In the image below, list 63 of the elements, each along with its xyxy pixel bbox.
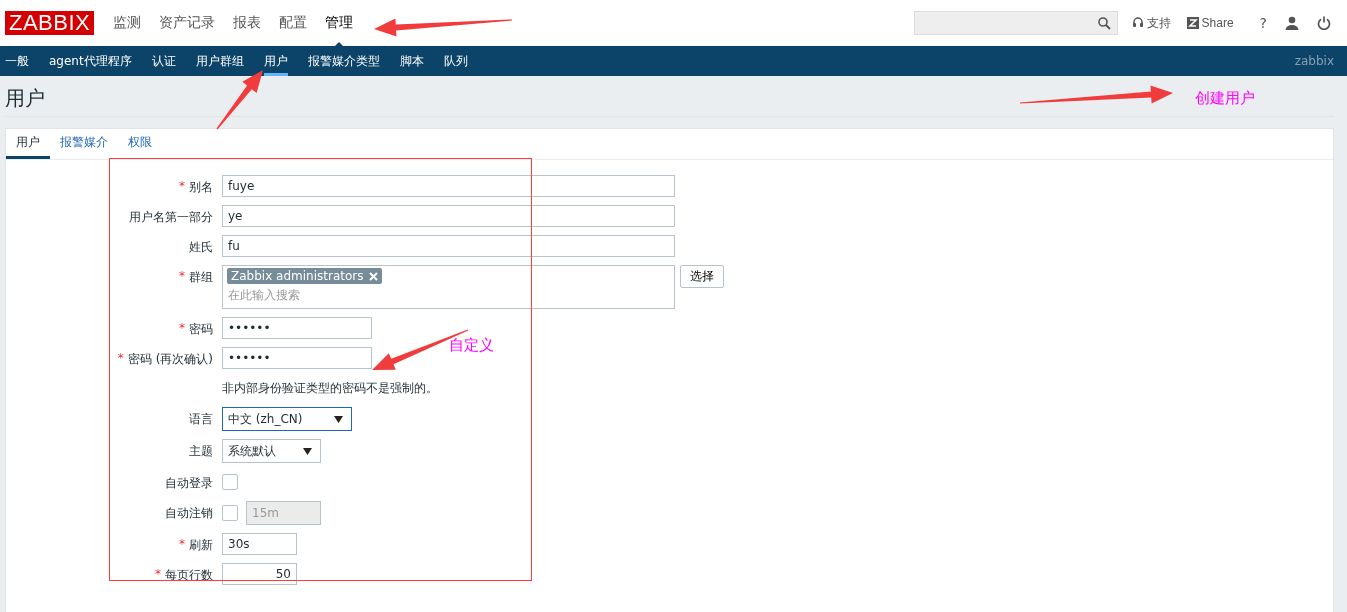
field-label: 用户名第一部分 <box>129 209 213 226</box>
group-tag: Zabbix administrators <box>227 268 383 284</box>
sub-menu-item[interactable]: 报警媒介类型 <box>307 46 380 76</box>
field-label: 姓氏 <box>189 239 213 256</box>
field-label: 群组 <box>189 269 213 286</box>
select-button[interactable]: 选择 <box>680 265 724 288</box>
checkbox[interactable] <box>222 505 238 521</box>
headset-icon <box>1131 17 1144 29</box>
field-label: 密码 <box>189 321 213 338</box>
dropdown[interactable]: 系统默认 <box>222 439 321 463</box>
checkbox[interactable] <box>222 474 238 490</box>
annotation-text: 自定义 <box>449 336 494 355</box>
share-logo-icon <box>1186 17 1199 29</box>
user-icon[interactable] <box>1285 16 1299 30</box>
zabbix-logo[interactable]: ZABBIX <box>5 11 95 35</box>
required-mark: * <box>179 269 185 283</box>
field-label: 每页行数 <box>165 567 213 584</box>
sub-menu-item[interactable]: agent代理程序 <box>49 46 132 76</box>
help-link[interactable]: ? <box>1259 15 1267 31</box>
field-label: 自动登录 <box>165 475 213 492</box>
sub-menu-item[interactable]: 认证 <box>151 46 176 76</box>
search-field[interactable] <box>913 11 1118 35</box>
required-mark: * <box>117 351 124 365</box>
dropdown[interactable]: 中文 (zh_CN) <box>222 407 352 431</box>
main-menu-item[interactable]: 报表 <box>233 14 262 32</box>
sub-menu-item[interactable]: 一般 <box>5 46 29 76</box>
main-menu-item[interactable]: 配置 <box>279 14 308 32</box>
sub-menu-item[interactable]: 队列 <box>443 46 468 76</box>
remove-icon[interactable] <box>369 271 379 281</box>
sub-menu-item[interactable]: 用户群组 <box>195 46 244 76</box>
field-label: 语言 <box>189 411 213 428</box>
user-name: zabbix <box>1294 54 1334 68</box>
tab[interactable]: 权限 <box>118 129 162 159</box>
arrow <box>216 70 263 130</box>
search-icon <box>1097 16 1111 30</box>
number-input[interactable]: 50 <box>222 563 297 585</box>
main-menu-item[interactable]: 资产记录 <box>159 14 216 32</box>
field-label: 别名 <box>189 179 213 196</box>
required-mark: * <box>179 537 185 551</box>
text-input[interactable]: fu <box>222 235 675 257</box>
text-input[interactable]: ye <box>222 205 675 227</box>
header-link[interactable]: 支持 <box>1131 14 1171 32</box>
password-input[interactable]: •••••• <box>222 317 372 339</box>
field-label: 自动注销 <box>165 505 213 522</box>
header-link[interactable]: Share <box>1186 16 1234 30</box>
field-label: 密码 (再次确认) <box>127 351 213 368</box>
sub-menu-item[interactable]: 脚本 <box>399 46 424 76</box>
field-label: 刷新 <box>189 537 213 554</box>
required-mark: * <box>155 567 161 581</box>
field-label: 主题 <box>189 443 213 460</box>
tab[interactable]: 报警媒介 <box>50 129 118 159</box>
required-mark: * <box>179 179 185 193</box>
caret-icon <box>303 447 312 455</box>
power-icon[interactable] <box>1317 16 1331 30</box>
password-input[interactable]: •••••• <box>222 347 372 369</box>
tab[interactable]: 用户 <box>6 129 50 159</box>
main-menu-item[interactable]: 监测 <box>113 14 142 32</box>
caret-icon <box>334 415 343 423</box>
text-input[interactable]: fuye <box>222 175 675 197</box>
required-mark: * <box>179 321 185 335</box>
text-input[interactable]: 30s <box>222 533 297 555</box>
annotation-text: 创建用户 <box>1195 89 1255 108</box>
hint-text: 非内部身份验证类型的密码不是强制的。 <box>222 379 438 397</box>
